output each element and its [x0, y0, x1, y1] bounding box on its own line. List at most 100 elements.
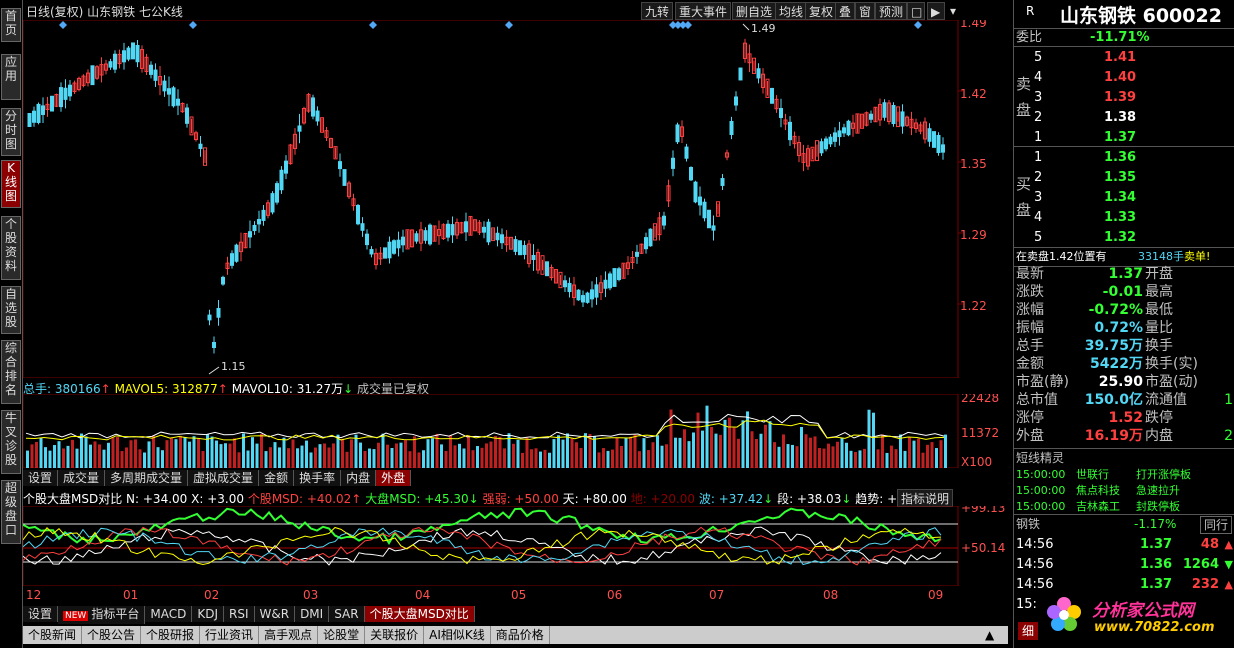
bottom-tab-msd-compare[interactable]: 个股大盘MSD对比	[364, 606, 475, 622]
msd-chart[interactable]: +99.13 +50.14	[23, 506, 1013, 586]
stat-value: 25.90	[1098, 374, 1143, 390]
bottom-tab-settings[interactable]: 设置	[23, 606, 59, 622]
sell-level-row[interactable]: 4 1.40	[1014, 69, 1234, 87]
sell-price: 1.37	[1104, 130, 1137, 145]
stat-key: 总市值	[1016, 392, 1058, 408]
exit-icon[interactable]: ▶	[927, 2, 945, 20]
news-tab-announcements[interactable]: 个股公告	[82, 626, 142, 644]
volume-axis-mid: 11372	[961, 426, 999, 440]
msd-market: 大盘MSD: +45.30	[365, 492, 469, 506]
forecast-button[interactable]: 预测	[875, 2, 908, 20]
stat-value-2: 1	[1224, 392, 1233, 408]
mid-tab-multi-period-volume[interactable]: 多周期成交量	[105, 470, 189, 486]
sell-level-row[interactable]: 1 1.37	[1014, 129, 1234, 147]
tab-ranking[interactable]: 综合排名	[1, 340, 21, 404]
buy-price: 1.35	[1104, 170, 1137, 185]
news-tab-related-quotes[interactable]: 关联报价	[365, 626, 425, 644]
moving-average-button[interactable]: 均线	[775, 2, 808, 20]
remove-watchlist-button[interactable]: 删自选	[732, 2, 777, 20]
order-alert: 在卖盘1.42位置有 33148手 卖单!	[1014, 247, 1234, 267]
stat-key: 金额	[1016, 356, 1044, 372]
tab-kline-chart[interactable]: K线图	[1, 160, 21, 208]
mid-tab-inner[interactable]: 内盘	[341, 470, 377, 486]
tab-home[interactable]: 首页	[1, 8, 21, 42]
month-label: 01	[123, 588, 139, 602]
volume-chart[interactable]: 22428 11372 X100	[23, 394, 1013, 468]
msd-axis-top: +99.13	[961, 506, 1005, 515]
stat-key-2: 市盈(动)	[1145, 374, 1198, 390]
sector-row: 钢铁 -1.17% 同行	[1014, 514, 1234, 534]
bottom-tab-indicator-platform[interactable]: NEW 指标平台	[58, 606, 146, 624]
buy-level-row[interactable]: 3 1.34	[1014, 189, 1234, 207]
sell-level-row[interactable]: 2 1.38	[1014, 109, 1234, 127]
sell-level-row[interactable]: 5 1.41	[1014, 49, 1234, 67]
stat-value: 39.75万	[1084, 338, 1143, 354]
news-tab-ai-kline[interactable]: AI相似K线	[424, 626, 491, 644]
site-logo: 分析家公式网 www.70822.com	[1030, 588, 1234, 646]
quote-panel: R 山东钢铁 600022 委比 -11.71% 卖盘 5 1.41 4 1.4…	[1013, 0, 1234, 648]
stat-key-2: 开盘	[1145, 266, 1173, 282]
overlay-button[interactable]: 叠	[835, 2, 856, 20]
msd-header: 个股大盘MSD对比 N: +34.00 X: +3.00 个股MSD: +40.…	[23, 492, 942, 506]
bottom-tab-dmi[interactable]: DMI	[295, 606, 330, 622]
tab-minute-chart[interactable]: 分时图	[1, 108, 21, 156]
stat-key-2: 最低	[1145, 302, 1173, 318]
mid-tab-outer[interactable]: 外盘	[376, 470, 412, 486]
bottom-tab-wr[interactable]: W&R	[254, 606, 296, 622]
news-tab-forum[interactable]: 论股堂	[318, 626, 366, 644]
news-tab-research[interactable]: 个股研报	[141, 626, 201, 644]
lock-icon[interactable]: □	[907, 2, 925, 20]
stat-key: 市盈(静)	[1016, 374, 1069, 390]
tab-apps[interactable]: 应用	[1, 54, 21, 100]
kline-frame	[23, 20, 959, 378]
chart-area[interactable]: 日线(复权) 山东钢铁 七公K线 九转 重大事件 删自选 均线 复权 叠 窗 预…	[23, 0, 1013, 648]
peers-button[interactable]: 同行	[1200, 516, 1233, 534]
elf-title-row: 短线精灵	[1014, 448, 1234, 467]
buy-level-row[interactable]: 5 1.32	[1014, 229, 1234, 247]
news-tab-stock-news[interactable]: 个股新闻	[23, 626, 83, 644]
nine-turn-button[interactable]: 九转	[641, 2, 674, 20]
bottom-tab-macd[interactable]: MACD	[145, 606, 193, 622]
news-tab-commodity[interactable]: 商品价格	[490, 626, 550, 644]
tab-super-panel[interactable]: 超级盘口	[1, 480, 21, 544]
mid-tab-amount[interactable]: 金额	[259, 470, 295, 486]
sell-level: 4	[1034, 70, 1043, 85]
buy-level-row[interactable]: 1 1.36	[1014, 149, 1234, 167]
mid-tab-settings[interactable]: 设置	[23, 470, 59, 486]
news-tab-expert-views[interactable]: 高手观点	[259, 626, 319, 644]
stat-key: 涨幅	[1016, 302, 1044, 318]
collapse-icon[interactable]: ▲	[985, 626, 994, 644]
indicator-explain-button[interactable]: 指标说明	[897, 489, 954, 507]
msd-label: 个股大盘MSD对比	[23, 492, 123, 506]
sector-name[interactable]: 钢铁	[1016, 515, 1040, 533]
tab-watchlist[interactable]: 自选股	[1, 286, 21, 334]
bottom-tab-sar[interactable]: SAR	[329, 606, 365, 622]
logo-url: www.70822.com	[1094, 620, 1215, 635]
msd-x: X: +3.00	[191, 492, 244, 506]
month-label: 03	[303, 588, 319, 602]
buy-level-row[interactable]: 4 1.33	[1014, 209, 1234, 227]
buy-level-row[interactable]: 2 1.35	[1014, 169, 1234, 187]
buy-level: 2	[1034, 170, 1043, 185]
mid-tab-virtual-volume[interactable]: 虚拟成交量	[188, 470, 260, 486]
adjust-button[interactable]: 复权	[805, 2, 838, 20]
kline-chart[interactable]: 1.49 1.42 1.35 1.29 1.22 1.49 1.15	[23, 20, 1013, 378]
msd-sky: 天: +80.00	[562, 492, 627, 506]
sell-level-row[interactable]: 3 1.39	[1014, 89, 1234, 107]
tick-direction-icon: ▼	[1224, 558, 1233, 571]
major-events-button[interactable]: 重大事件	[675, 2, 732, 20]
buy-level: 4	[1034, 210, 1043, 225]
window-button[interactable]: 窗	[855, 2, 876, 20]
price-label-1: 1.49	[960, 20, 987, 30]
news-tab-industry[interactable]: 行业资讯	[200, 626, 260, 644]
stat-value: 5422万	[1090, 356, 1143, 372]
left-tab-bar: 首页 应用 分时图 K线图 个股资料 自选股 综合排名 牛叉诊股 超级盘口	[0, 0, 23, 648]
tab-stock-profile[interactable]: 个股资料	[1, 216, 21, 280]
tab-stock-diagnosis[interactable]: 牛叉诊股	[1, 410, 21, 474]
tick-price: 1.36	[1140, 557, 1173, 572]
bottom-tab-kdj[interactable]: KDJ	[192, 606, 224, 622]
mid-tab-volume[interactable]: 成交量	[58, 470, 106, 486]
bottom-tab-rsi[interactable]: RSI	[224, 606, 255, 622]
dropdown-icon[interactable]: ▾	[947, 2, 961, 20]
mid-tab-turnover[interactable]: 换手率	[294, 470, 342, 486]
